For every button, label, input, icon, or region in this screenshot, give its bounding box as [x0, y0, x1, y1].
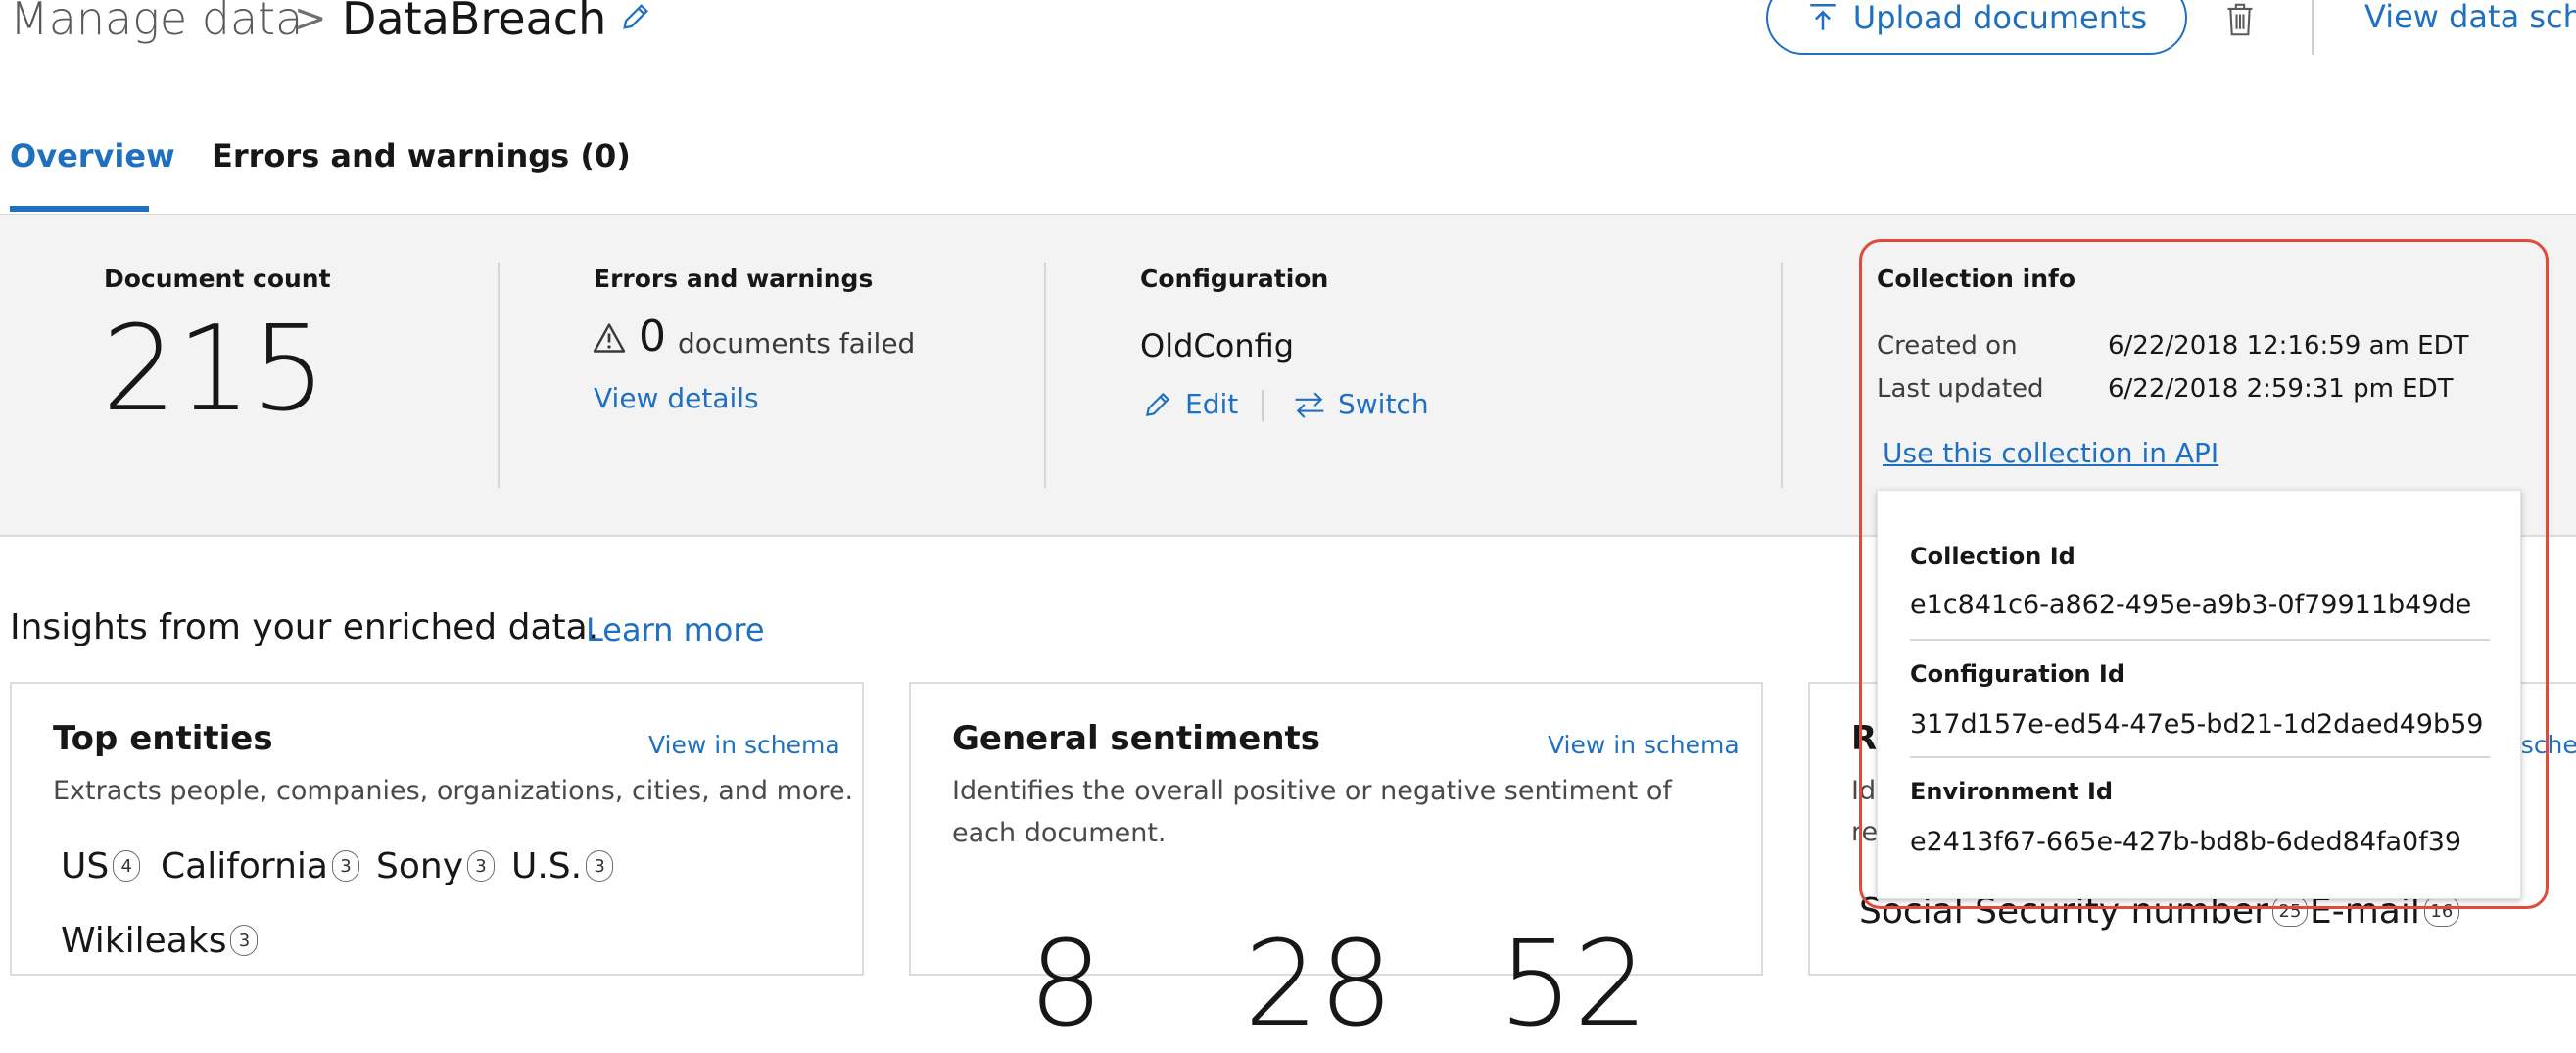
- errors-warnings-label: Errors and warnings: [594, 264, 874, 293]
- column-divider: [1781, 263, 1783, 488]
- column-divider: [1044, 263, 1046, 488]
- column-divider: [498, 263, 500, 488]
- top-entities-title: Top entities: [53, 719, 273, 758]
- entity-chip[interactable]: California 3: [161, 846, 359, 886]
- entity-chip[interactable]: US 4: [61, 846, 141, 886]
- trash-icon[interactable]: [2223, 2, 2257, 37]
- view-data-schema-link[interactable]: View data sche: [2364, 0, 2576, 35]
- document-count-label: Document count: [104, 264, 331, 293]
- insights-heading: Insights from your enriched data.: [10, 607, 599, 647]
- tab-errors-and-warnings[interactable]: Errors and warnings (0): [212, 137, 631, 174]
- edit-configuration-button[interactable]: Edit: [1142, 388, 1238, 420]
- entity-count-badge: 3: [230, 925, 259, 956]
- pencil-icon: [1145, 392, 1170, 416]
- breadcrumb-manage-data[interactable]: Manage data: [10, 0, 303, 45]
- sentiment-value-negative: 8: [1028, 917, 1104, 1053]
- entity-count-badge: 3: [467, 850, 495, 882]
- sentiment-value-positive: 52: [1499, 917, 1648, 1053]
- collection-info-highlight: [1859, 239, 2549, 909]
- top-entities-description: Extracts people, companies, organization…: [53, 776, 854, 806]
- upload-documents-button[interactable]: Upload documents: [1766, 0, 2187, 55]
- page-title: DataBreach: [342, 0, 607, 45]
- document-count-value: 215: [102, 302, 327, 438]
- breadcrumb-separator: >: [294, 0, 327, 41]
- entity-chip[interactable]: U.S. 3: [511, 846, 614, 886]
- config-actions-divider: [1262, 390, 1264, 421]
- entity-name: U.S.: [511, 846, 583, 886]
- general-sentiments-description: Identifies the overall positive or negat…: [952, 776, 1672, 848]
- entity-count-badge: 3: [331, 850, 359, 882]
- configuration-label: Configuration: [1140, 264, 1329, 293]
- entity-name: Wikileaks: [61, 921, 227, 961]
- swap-arrows-icon: [1295, 391, 1324, 418]
- general-sentiments-view-schema-link[interactable]: View in schema: [1548, 731, 1740, 759]
- entity-name: US: [61, 846, 110, 886]
- failed-documents-text: documents failed: [678, 327, 916, 359]
- switch-configuration-button[interactable]: Switch: [1293, 388, 1429, 420]
- sentiment-value-neutral: 28: [1244, 917, 1394, 1053]
- failed-documents-count: 0: [639, 311, 666, 361]
- entity-count-badge: 4: [113, 850, 141, 882]
- entity-chip[interactable]: Sony 3: [376, 846, 495, 886]
- entity-name: Sony: [376, 846, 463, 886]
- entity-name: California: [161, 846, 328, 886]
- switch-label: Switch: [1338, 388, 1429, 420]
- entity-chip[interactable]: Wikileaks 3: [61, 921, 259, 961]
- pencil-icon[interactable]: [619, 0, 652, 33]
- header-divider: [2312, 0, 2314, 55]
- view-details-link[interactable]: View details: [594, 382, 759, 414]
- edit-label: Edit: [1185, 388, 1239, 420]
- upload-icon: [1810, 3, 1836, 30]
- entity-count-badge: 3: [586, 850, 614, 882]
- active-tab-indicator: [10, 206, 149, 212]
- configuration-name: OldConfig: [1140, 327, 1295, 364]
- top-entities-view-schema-link[interactable]: View in schema: [648, 731, 840, 759]
- tab-overview[interactable]: Overview: [10, 137, 175, 174]
- warning-icon: [593, 323, 626, 353]
- learn-more-link[interactable]: Learn more: [586, 611, 765, 648]
- general-sentiments-title: General sentiments: [952, 719, 1321, 758]
- upload-documents-label: Upload documents: [1852, 0, 2148, 36]
